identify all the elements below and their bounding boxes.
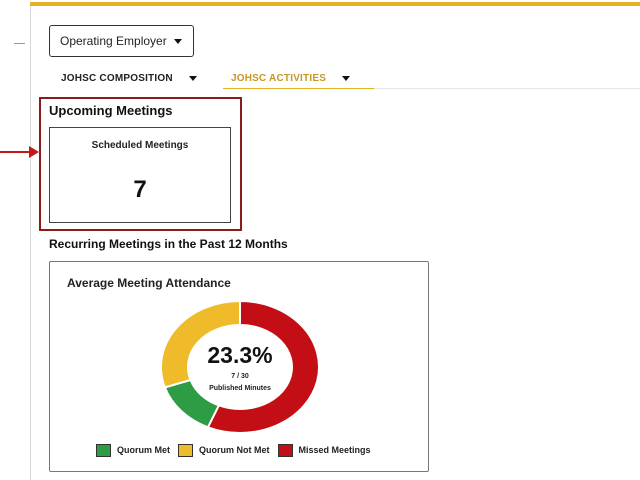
legend-label: Quorum Not Met bbox=[199, 445, 270, 455]
left-tick bbox=[14, 43, 25, 44]
legend-swatch bbox=[178, 443, 193, 457]
chevron-down-icon bbox=[174, 39, 182, 44]
legend-label: Quorum Met bbox=[117, 445, 170, 455]
attendance-center-count: 7 / 30 bbox=[231, 373, 249, 380]
scheduled-meetings-card[interactable]: Scheduled Meetings 7 bbox=[49, 127, 231, 223]
arrow-right-icon bbox=[0, 151, 30, 153]
tab-johsc-composition[interactable]: JOHSC COMPOSITION bbox=[61, 66, 197, 90]
recurring-meetings-title: Recurring Meetings in the Past 12 Months bbox=[49, 237, 288, 251]
tab-johsc-activities[interactable]: JOHSC ACTIVITIES bbox=[231, 66, 351, 90]
attendance-title: Average Meeting Attendance bbox=[67, 276, 231, 290]
upcoming-meetings-title: Upcoming Meetings bbox=[49, 103, 173, 118]
tab-johsc-composition-label: JOHSC COMPOSITION bbox=[61, 72, 173, 84]
scheduled-meetings-label: Scheduled Meetings bbox=[91, 140, 189, 151]
legend-item-missed-meetings[interactable]: Missed Meetings bbox=[277, 443, 371, 457]
chart-legend: Quorum Met Quorum Not Met Missed Meetings bbox=[96, 443, 379, 457]
operating-employer-select[interactable]: Operating Employer bbox=[49, 25, 194, 57]
legend-swatch bbox=[277, 443, 293, 457]
scheduled-meetings-count: 7 bbox=[133, 176, 147, 203]
left-divider bbox=[30, 6, 31, 480]
chevron-down-icon bbox=[342, 76, 351, 81]
attendance-card: Average Meeting Attendance 23.3% 7 / 30 … bbox=[49, 261, 429, 472]
page: Operating Employer JOHSC COMPOSITION JOH… bbox=[0, 0, 640, 480]
attendance-center-value: 23.3% bbox=[207, 342, 273, 368]
legend-swatch bbox=[96, 443, 111, 457]
top-accent-bar bbox=[30, 2, 640, 6]
legend-item-quorum-met[interactable]: Quorum Met bbox=[96, 443, 170, 457]
tabs-divider bbox=[374, 88, 640, 89]
legend-item-quorum-not-met[interactable]: Quorum Not Met bbox=[178, 443, 270, 457]
chevron-down-icon bbox=[188, 76, 197, 81]
tab-johsc-activities-label: JOHSC ACTIVITIES bbox=[231, 72, 327, 84]
attendance-center-caption: Published Minutes bbox=[209, 385, 271, 392]
legend-label: Missed Meetings bbox=[298, 445, 371, 455]
operating-employer-value: Operating Employer bbox=[60, 34, 167, 48]
arrow-head bbox=[29, 146, 39, 158]
active-tab-underline bbox=[223, 88, 374, 89]
